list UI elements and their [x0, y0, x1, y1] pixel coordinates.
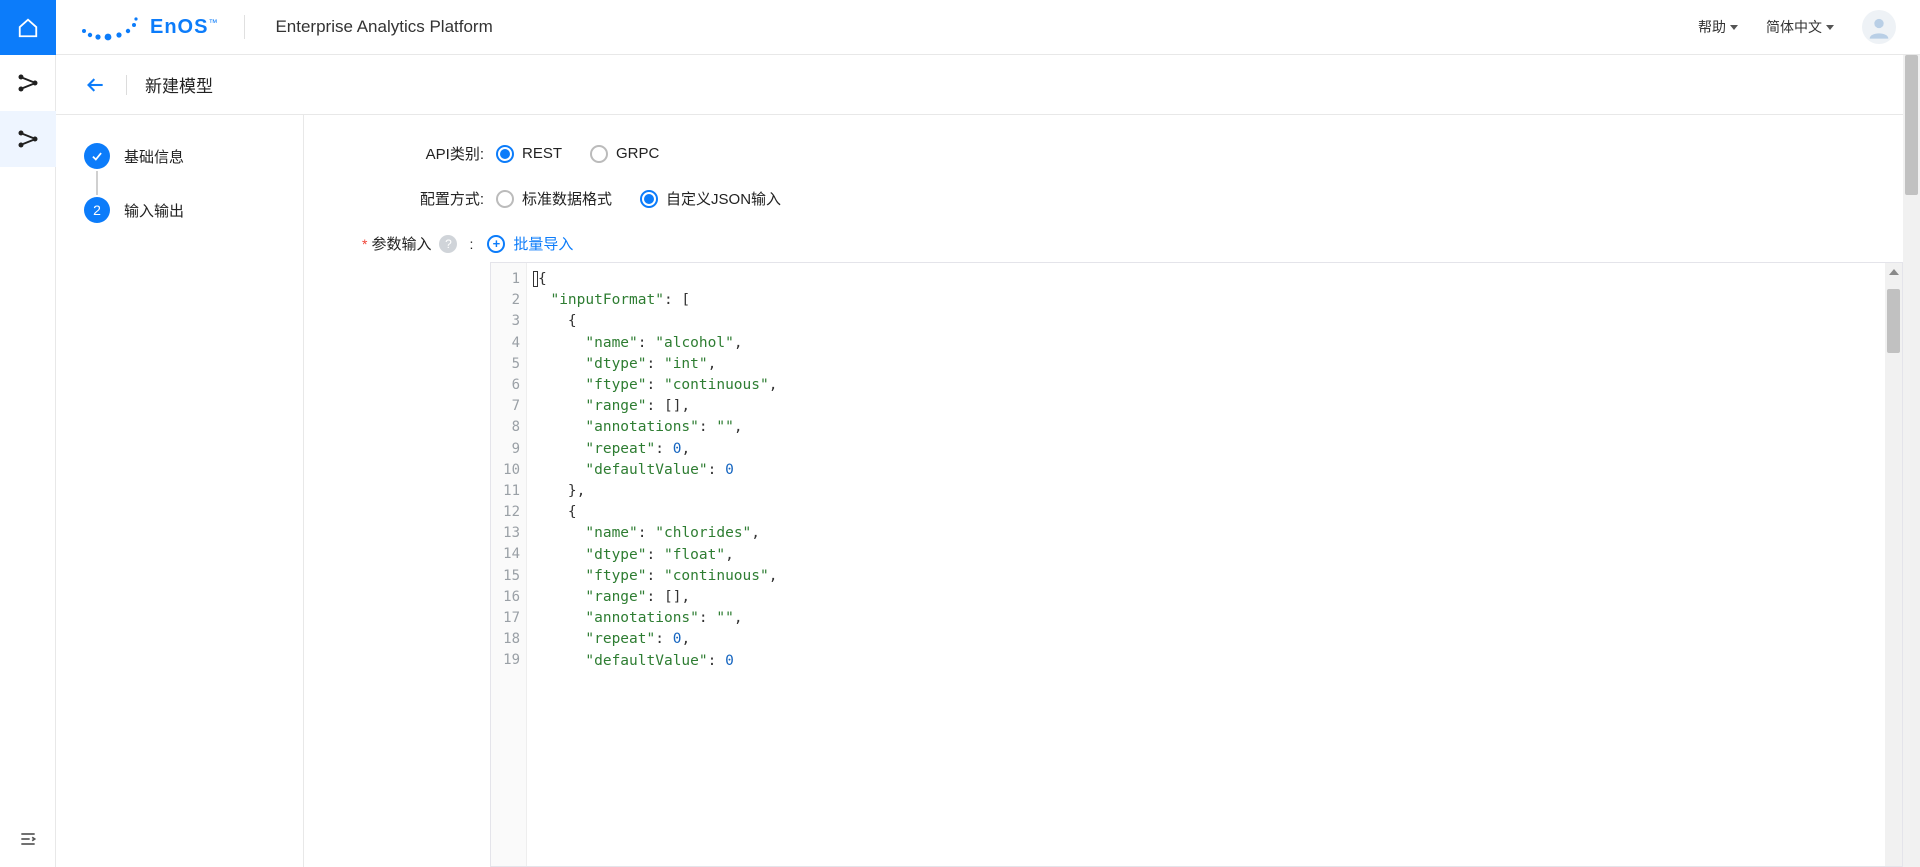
step-io[interactable]: 2 输入输出 — [84, 197, 303, 223]
config-radio-custom-json[interactable]: 自定义JSON输入 — [640, 188, 781, 209]
radio-icon — [640, 190, 658, 208]
avatar-icon — [1865, 13, 1893, 41]
nav-item-graph-1[interactable] — [0, 55, 56, 111]
help-menu[interactable]: 帮助 — [1698, 17, 1738, 37]
colon: : — [469, 236, 473, 252]
steps-sidebar: 基础信息 2 输入输出 — [56, 115, 304, 867]
brand-logo: EnOS™ — [78, 15, 218, 39]
collapse-icon — [18, 829, 38, 849]
language-label: 简体中文 — [1766, 17, 1822, 37]
home-icon — [17, 17, 39, 39]
brand-wordmark: EnOS™ — [150, 16, 218, 39]
config-mode-label: 配置方式: — [364, 188, 484, 209]
step-basic-info[interactable]: 基础信息 — [84, 143, 303, 169]
home-button[interactable] — [0, 0, 56, 55]
brand: EnOS™ Enterprise Analytics Platform — [78, 15, 493, 39]
brand-mark-icon — [78, 13, 140, 41]
help-icon[interactable]: ? — [439, 235, 457, 253]
caret-down-icon — [1730, 25, 1738, 30]
arrow-left-icon — [86, 75, 106, 95]
app-root: EnOS™ Enterprise Analytics Platform 帮助 简… — [0, 0, 1920, 867]
step-label: 基础信息 — [124, 146, 184, 167]
param-input-label: 参数输入 — [371, 233, 431, 254]
step-label: 输入输出 — [124, 200, 184, 221]
page-scrollbar[interactable] — [1903, 55, 1920, 867]
main-column: EnOS™ Enterprise Analytics Platform 帮助 简… — [56, 0, 1920, 867]
required-icon: * — [362, 236, 367, 252]
json-editor[interactable]: 12345678910111213141516171819 { "inputFo… — [490, 262, 1903, 867]
step-connector — [96, 171, 98, 195]
step-number-icon: 2 — [84, 197, 110, 223]
graph-icon — [16, 127, 40, 151]
radio-label: REST — [522, 145, 562, 162]
left-rail — [0, 0, 56, 867]
radio-icon — [496, 190, 514, 208]
batch-import-label: 批量导入 — [513, 233, 573, 254]
radio-icon — [496, 145, 514, 163]
language-menu[interactable]: 简体中文 — [1766, 17, 1834, 37]
subhead-divider — [126, 75, 127, 95]
body: 基础信息 2 输入输出 API类别: REST — [56, 115, 1903, 867]
editor-scroll-thumb[interactable] — [1887, 289, 1900, 353]
config-radio-standard[interactable]: 标准数据格式 — [496, 188, 612, 209]
page-scroll-thumb[interactable] — [1905, 55, 1918, 195]
caret-down-icon — [1826, 25, 1834, 30]
editor-scrollbar[interactable] — [1885, 263, 1902, 866]
row-api-category: API类别: REST GRPC — [304, 143, 1903, 164]
topbar: EnOS™ Enterprise Analytics Platform 帮助 简… — [56, 0, 1920, 55]
editor-code[interactable]: { "inputFormat": [ { "name": "alcohol", … — [527, 263, 1902, 866]
radio-label: 自定义JSON输入 — [666, 188, 781, 209]
radio-icon — [590, 145, 608, 163]
radio-label: 标准数据格式 — [522, 188, 612, 209]
brand-divider — [244, 15, 245, 39]
user-avatar[interactable] — [1862, 10, 1896, 44]
help-label: 帮助 — [1698, 17, 1726, 37]
nav-item-graph-2[interactable] — [0, 111, 56, 167]
plus-circle-icon: + — [487, 235, 505, 253]
row-config-mode: 配置方式: 标准数据格式 自定义JSON输入 — [304, 188, 1903, 209]
subheader: 新建模型 — [56, 55, 1903, 115]
config-radio-group: 标准数据格式 自定义JSON输入 — [496, 188, 781, 209]
graph-icon — [16, 71, 40, 95]
form-area: API类别: REST GRPC 配置方式: — [304, 115, 1903, 867]
step-done-icon — [84, 143, 110, 169]
api-radio-grpc[interactable]: GRPC — [590, 145, 659, 163]
editor-gutter: 12345678910111213141516171819 — [491, 263, 527, 866]
api-radio-group: REST GRPC — [496, 145, 659, 163]
collapse-button[interactable] — [0, 811, 56, 867]
check-icon — [90, 149, 104, 163]
api-radio-rest[interactable]: REST — [496, 145, 562, 163]
batch-import-button[interactable]: + 批量导入 — [487, 233, 573, 254]
product-title: Enterprise Analytics Platform — [275, 17, 492, 37]
page-title: 新建模型 — [145, 72, 213, 97]
param-input-block: * 参数输入 ? : + 批量导入 1234567891011121314151… — [304, 233, 1903, 867]
scroll-up-icon[interactable] — [1885, 263, 1902, 280]
back-button[interactable] — [84, 73, 108, 97]
api-category-label: API类别: — [364, 143, 484, 164]
radio-label: GRPC — [616, 145, 659, 162]
param-input-header: * 参数输入 ? : + 批量导入 — [362, 233, 1903, 254]
